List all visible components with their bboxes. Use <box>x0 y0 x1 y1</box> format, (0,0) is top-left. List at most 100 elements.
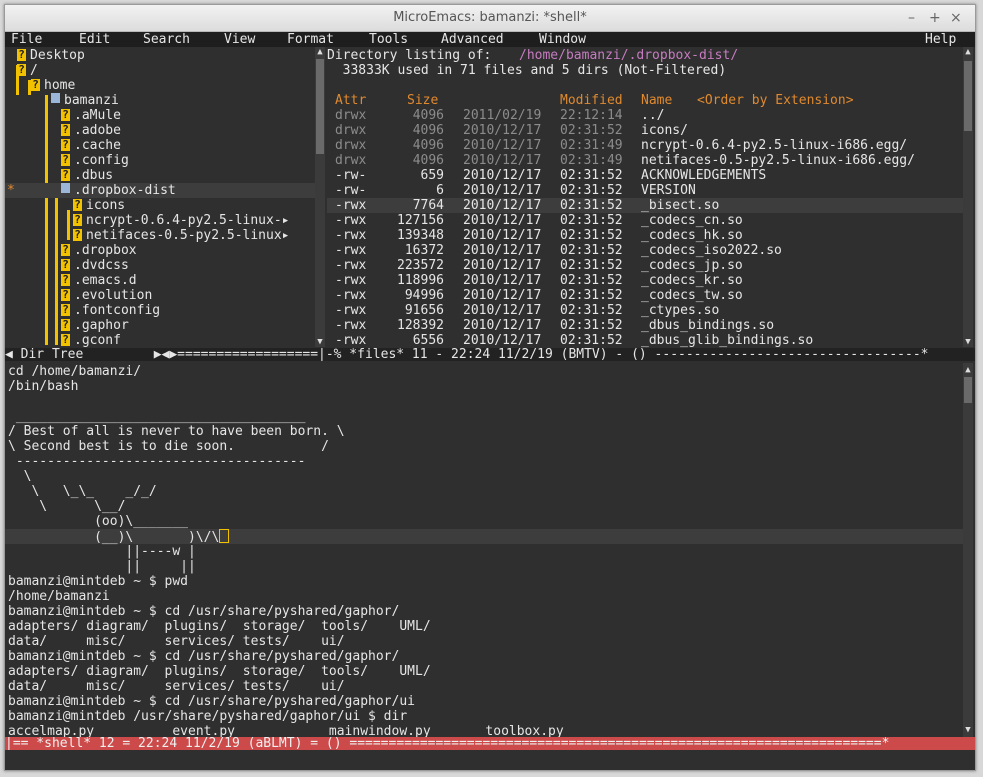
row-time: 02:31:52 <box>560 198 623 213</box>
listing-row[interactable]: -rwx 139348 2010/12/17 02:31:52 _codecs_hk.s… <box>327 228 963 243</box>
row-size: 6556 <box>412 333 444 348</box>
folder-unknown-icon[interactable]: ? <box>17 64 26 76</box>
shell-buffer[interactable]: cd /home/bamanzi//bin/bash _____________… <box>5 363 963 739</box>
folder-unknown-icon[interactable]: ? <box>61 274 70 286</box>
menu-help[interactable]: Help <box>925 32 956 47</box>
tree-item-marker: * <box>7 183 15 198</box>
listing-scrollbar[interactable]: ▲ ▼ <box>963 47 973 347</box>
folder-unknown-icon[interactable]: ? <box>61 124 70 136</box>
close-icon[interactable]: × <box>950 10 962 26</box>
tree-item-icons[interactable]: ? icons <box>5 198 318 213</box>
folder-unknown-icon[interactable]: ? <box>73 229 82 241</box>
scroll-up-icon[interactable]: ▲ <box>963 47 973 57</box>
folder-unknown-icon[interactable]: ? <box>61 289 70 301</box>
row-name: _codecs_hk.so <box>641 228 743 243</box>
listing-row[interactable]: -rwx 6556 2010/12/17 02:31:52 _dbus_glib_bin… <box>327 333 963 348</box>
col-name[interactable]: Name <box>641 93 672 108</box>
listing-row[interactable]: drwx 4096 2011/02/19 22:12:14 ../ <box>327 108 963 123</box>
col-order[interactable]: <Order by Extension> <box>697 93 854 108</box>
tree-item-adobe[interactable]: ? .adobe <box>5 123 318 138</box>
folder-unknown-icon[interactable]: ? <box>61 334 70 346</box>
folder-unknown-icon[interactable]: ? <box>61 139 70 151</box>
menu-format[interactable]: Format <box>287 32 334 47</box>
listing-row[interactable]: -rw- 659 2010/12/17 02:31:52 ACKNOWLEDGEMENT… <box>327 168 963 183</box>
scroll-thumb[interactable] <box>964 61 972 131</box>
maximize-icon[interactable]: + <box>929 10 941 26</box>
menu-edit[interactable]: Edit <box>79 32 110 47</box>
tree-item-dvdcss[interactable]: ? .dvdcss <box>5 258 318 273</box>
tree-item-config[interactable]: ? .config <box>5 153 318 168</box>
row-attr: -rwx <box>335 288 367 303</box>
menu-view[interactable]: View <box>224 32 255 47</box>
folder-unknown-icon[interactable]: ? <box>61 304 70 316</box>
tree-item-gaphor[interactable]: ? .gaphor <box>5 318 318 333</box>
menu-window[interactable]: Window <box>539 32 586 47</box>
listing-row[interactable]: -rwx 128392 2010/12/17 02:31:52 _dbus_bindin… <box>327 318 963 333</box>
col-attr[interactable]: Attr <box>335 93 366 108</box>
listing-row[interactable]: drwx 4096 2010/12/17 02:31:49 netifaces-0.5-… <box>327 153 963 168</box>
listing-row[interactable]: -rwx 91656 2010/12/17 02:31:52 _ctypes.so <box>327 303 963 318</box>
tree-item-desktop[interactable]: ? Desktop <box>5 48 318 63</box>
scroll-down-icon[interactable]: ▼ <box>315 337 325 347</box>
tree-item-root[interactable]: ? / <box>5 63 318 78</box>
listing-row[interactable]: -rwx 127156 2010/12/17 02:31:52 _codecs_cn.s… <box>327 213 963 228</box>
col-modified[interactable]: Modified <box>560 93 623 108</box>
col-size[interactable]: Size <box>407 93 438 108</box>
tree-item-fontconfig[interactable]: ? .fontconfig <box>5 303 318 318</box>
folder-open-icon[interactable] <box>61 183 70 193</box>
tree-item-dropbox-dist[interactable]: * .dropbox-dist <box>5 183 318 198</box>
scroll-down-icon[interactable]: ▼ <box>963 337 973 347</box>
files-mode-line: |-% *files* 11 - 22:24 11/2/19 (BMTV) - … <box>318 348 975 361</box>
tree-item-home[interactable]: ? home <box>5 78 318 93</box>
files-listing-pane[interactable]: Directory listing of: /home/bamanzi/.dro… <box>327 47 963 348</box>
tree-item-dropbox[interactable]: ? .dropbox <box>5 243 318 258</box>
listing-row[interactable]: -rwx 118996 2010/12/17 02:31:52 _codecs_kr.s… <box>327 273 963 288</box>
tree-item-cache[interactable]: ? .cache <box>5 138 318 153</box>
menu-advanced[interactable]: Advanced <box>441 32 504 47</box>
menu-file[interactable]: File <box>11 32 42 47</box>
dir-tree-scrollbar[interactable]: ▲ ▼ <box>315 47 325 347</box>
minimize-icon[interactable]: – <box>908 10 915 26</box>
folder-unknown-icon[interactable]: ? <box>73 214 82 226</box>
folder-unknown-icon[interactable]: ? <box>61 109 70 121</box>
listing-row[interactable]: -rwx 16372 2010/12/17 02:31:52 _codecs_iso20… <box>327 243 963 258</box>
folder-unknown-icon[interactable]: ? <box>17 49 26 61</box>
tree-item-ncrypt[interactable]: ? ncrypt-0.6.4-py2.5-linux-▸ <box>5 213 318 228</box>
row-time: 02:31:52 <box>560 123 623 138</box>
tree-item-bamanzi[interactable]: bamanzi <box>5 93 318 108</box>
folder-unknown-icon[interactable]: ? <box>31 79 40 91</box>
scroll-up-icon[interactable]: ▲ <box>963 365 973 375</box>
folder-unknown-icon[interactable]: ? <box>61 244 70 256</box>
row-size: 6 <box>436 183 444 198</box>
folder-open-icon[interactable] <box>51 93 60 103</box>
listing-row[interactable]: drwx 4096 2010/12/17 02:31:52 icons/ <box>327 123 963 138</box>
listing-row[interactable]: -rw- 6 2010/12/17 02:31:52 VERSION <box>327 183 963 198</box>
tree-item-emacs-d[interactable]: ? .emacs.d <box>5 273 318 288</box>
row-attr: -rw- <box>335 168 367 183</box>
folder-unknown-icon[interactable]: ? <box>61 169 70 181</box>
folder-unknown-icon[interactable]: ? <box>61 154 70 166</box>
folder-unknown-icon[interactable]: ? <box>73 199 82 211</box>
folder-unknown-icon[interactable]: ? <box>61 259 70 271</box>
row-time: 02:31:49 <box>560 138 623 153</box>
tree-item-gconf[interactable]: ? .gconf <box>5 333 318 348</box>
scroll-up-icon[interactable]: ▲ <box>315 47 325 57</box>
folder-unknown-icon[interactable]: ? <box>61 319 70 331</box>
dir-tree-pane[interactable]: ? Desktop? /? home bamanzi? .aMule? .adobe? .ca… <box>5 47 318 348</box>
listing-row[interactable]: -rwx 7764 2010/12/17 02:31:52 _bisect.so <box>327 198 963 213</box>
tree-item-evolution[interactable]: ? .evolution <box>5 288 318 303</box>
listing-row[interactable]: -rwx 94996 2010/12/17 02:31:52 _codecs_tw.so <box>327 288 963 303</box>
tree-item-amule[interactable]: ? .aMule <box>5 108 318 123</box>
shell-scrollbar[interactable]: ▲ ▼ <box>963 363 973 737</box>
scroll-thumb[interactable] <box>316 59 324 154</box>
listing-row[interactable]: drwx 4096 2010/12/17 02:31:49 ncrypt-0.6.4-p… <box>327 138 963 153</box>
listing-row[interactable]: -rwx 223572 2010/12/17 02:31:52 _codecs_jp.s… <box>327 258 963 273</box>
tree-item-netifaces[interactable]: ? netifaces-0.5-py2.5-linux▸ <box>5 228 318 243</box>
shell-line: bamanzi@mintdeb ~ $ cd /usr/share/pyshar… <box>8 649 400 664</box>
listing-path[interactable]: /home/bamanzi/.dropbox-dist/ <box>519 48 738 63</box>
scroll-down-icon[interactable]: ▼ <box>963 725 973 735</box>
tree-item-dbus[interactable]: ? .dbus <box>5 168 318 183</box>
menu-tools[interactable]: Tools <box>369 32 408 47</box>
scroll-thumb[interactable] <box>964 377 972 403</box>
menu-search[interactable]: Search <box>143 32 190 47</box>
